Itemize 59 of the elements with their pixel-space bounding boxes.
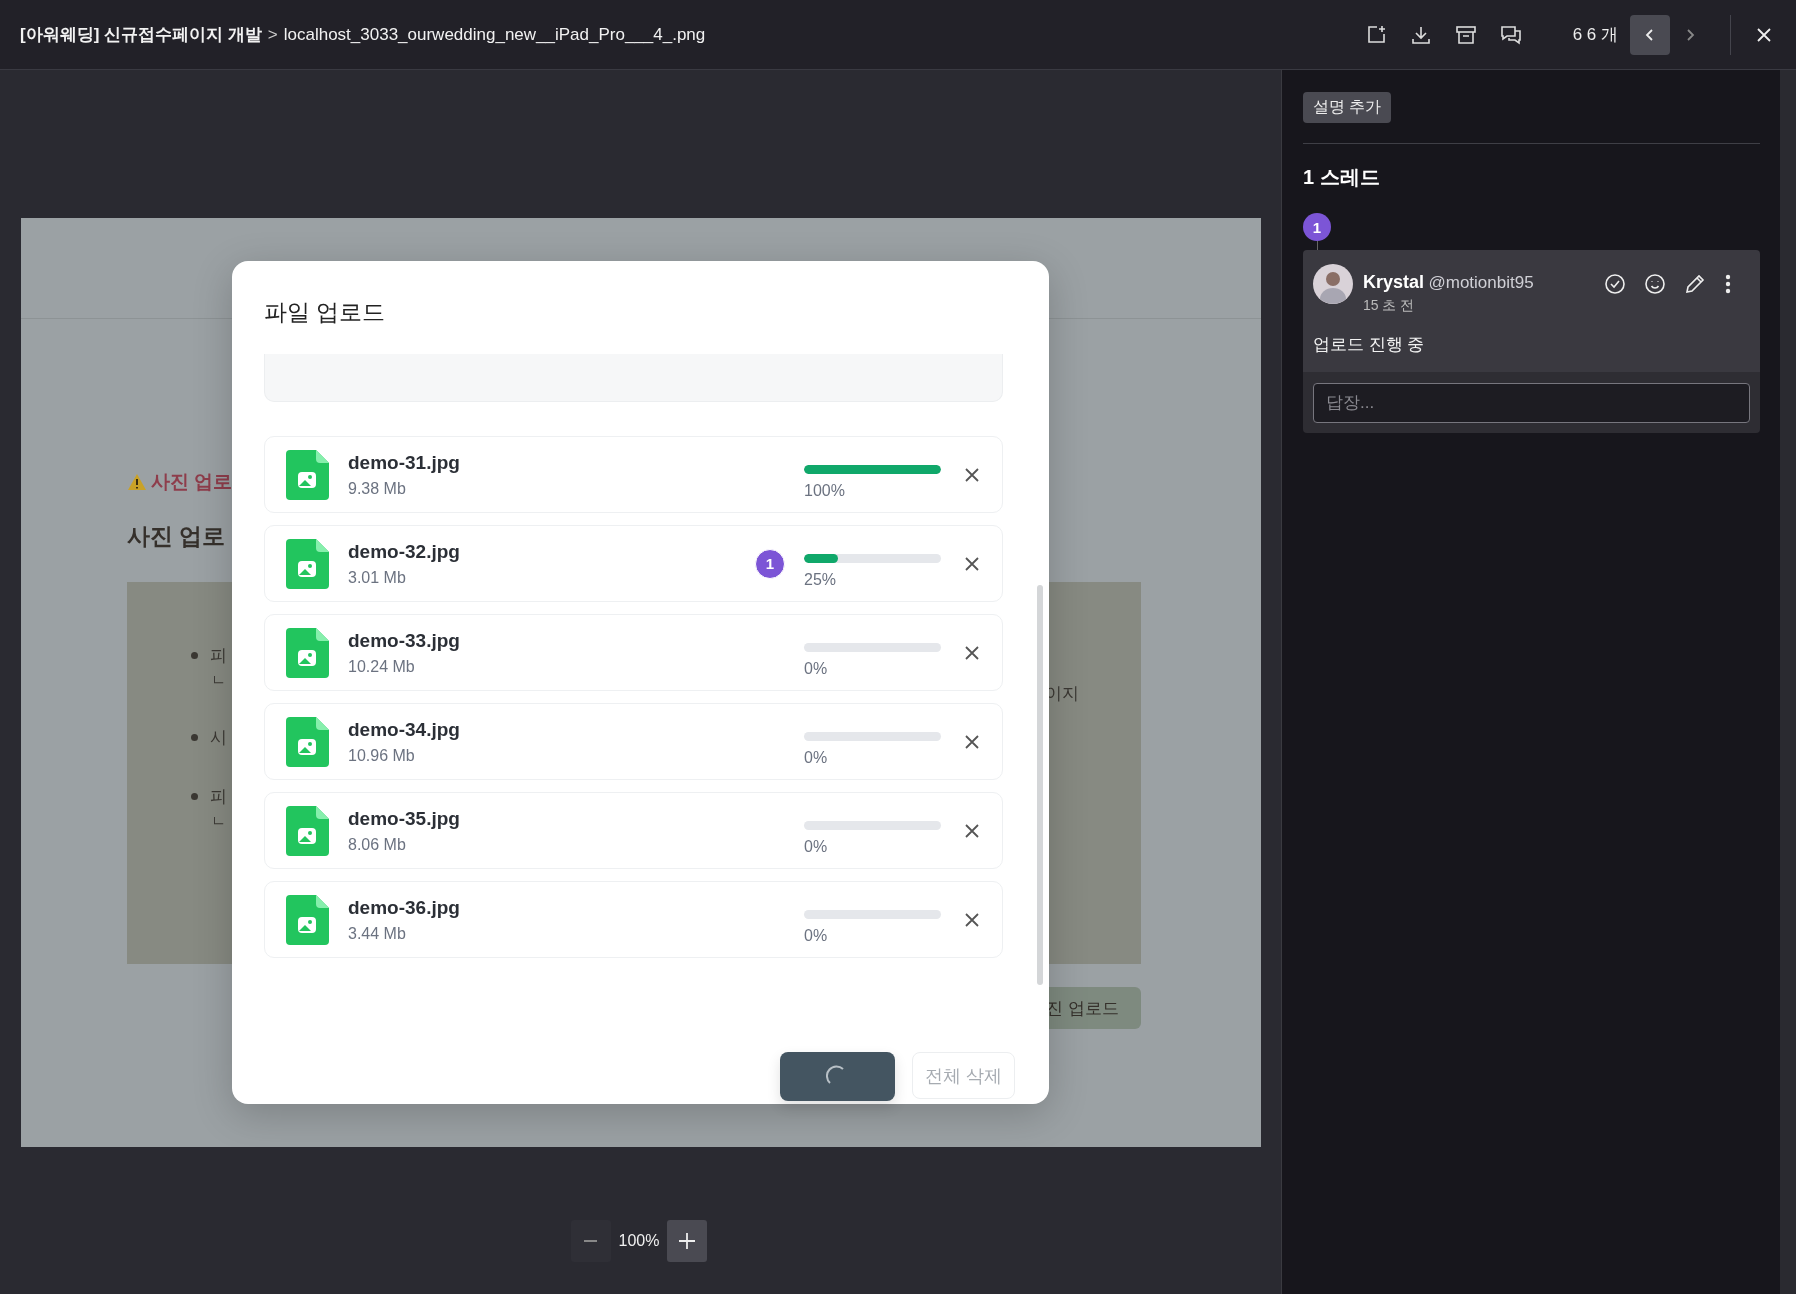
- file-name: demo-36.jpg: [348, 896, 460, 919]
- file-size: 9.38 Mb: [348, 479, 406, 498]
- plus-icon: [678, 1232, 697, 1250]
- file-title: localhost_3033_ourwedding_new__iPad_Pro___4_.png: [283, 24, 706, 45]
- file-name: demo-31.jpg: [348, 451, 460, 474]
- image-file-icon: [286, 627, 329, 678]
- file-size: 3.01 Mb: [348, 568, 406, 587]
- reply-field[interactable]: 답장...: [1313, 383, 1750, 423]
- more-icon[interactable]: [1724, 272, 1732, 296]
- file-size: 3.44 Mb: [348, 924, 406, 943]
- warning-icon: [127, 473, 147, 491]
- add-description-button[interactable]: 설명 추가: [1303, 92, 1392, 123]
- progress-percent: 100%: [804, 482, 845, 500]
- author-name: Krystal: [1363, 272, 1425, 292]
- bullet-text: 시: [210, 727, 227, 749]
- bullet-text: ㄴ: [210, 671, 227, 690]
- image-file-icon: [286, 716, 329, 767]
- author-handle: @motionbit95: [1428, 273, 1534, 292]
- dialog-title: 파일 업로드: [263, 298, 386, 327]
- image-file-icon: [286, 805, 329, 856]
- emoji-icon[interactable]: [1644, 272, 1666, 296]
- file-name: demo-33.jpg: [348, 629, 460, 652]
- file-name: demo-32.jpg: [348, 540, 460, 563]
- comment-time: 15 초 전: [1363, 297, 1415, 315]
- breadcrumb-separator: >: [267, 24, 278, 45]
- bullet-text: 피: [210, 786, 227, 808]
- image-file-icon: [286, 894, 329, 945]
- file-name: demo-34.jpg: [348, 718, 460, 741]
- progress-percent: 0%: [804, 660, 828, 678]
- avatar-icon: [1313, 264, 1353, 304]
- bullet-dot: [191, 734, 198, 741]
- comment-text: 업로드 진행 중: [1313, 334, 1425, 356]
- edit-icon[interactable]: [1684, 272, 1706, 296]
- progress-percent: 0%: [804, 838, 828, 856]
- page-heading: 사진 업로: [127, 522, 226, 551]
- image-file-icon: [286, 538, 329, 589]
- comment-pin[interactable]: 1: [1303, 213, 1331, 241]
- file-size: 10.24 Mb: [348, 657, 415, 676]
- minus-icon: [584, 1240, 598, 1242]
- page-counter: 6 6 개: [1572, 24, 1618, 46]
- file-name: demo-35.jpg: [348, 807, 460, 830]
- thread-count: 1 스레드: [1303, 165, 1380, 190]
- bullet-text: ㄴ: [210, 812, 227, 831]
- zoom-level: 100%: [618, 1232, 660, 1250]
- project-title[interactable]: [아워웨딩] 신규접수페이지 개발: [20, 23, 262, 46]
- file-size: 10.96 Mb: [348, 746, 415, 765]
- zoom-in-button[interactable]: [667, 1220, 708, 1262]
- resolve-icon[interactable]: [1604, 272, 1626, 296]
- bullet-dot: [191, 652, 198, 659]
- image-file-icon: [286, 449, 329, 500]
- comment-pin[interactable]: 1: [755, 548, 785, 579]
- bullet-text: 피: [210, 645, 227, 667]
- progress-percent: 25%: [804, 571, 837, 589]
- warning-text: 사진 업로: [151, 470, 233, 494]
- bullet-dot: [191, 793, 198, 800]
- progress-percent: 0%: [804, 749, 828, 767]
- file-size: 8.06 Mb: [348, 835, 406, 854]
- upload-button[interactable]: [780, 1052, 895, 1101]
- progress-percent: 0%: [804, 927, 828, 945]
